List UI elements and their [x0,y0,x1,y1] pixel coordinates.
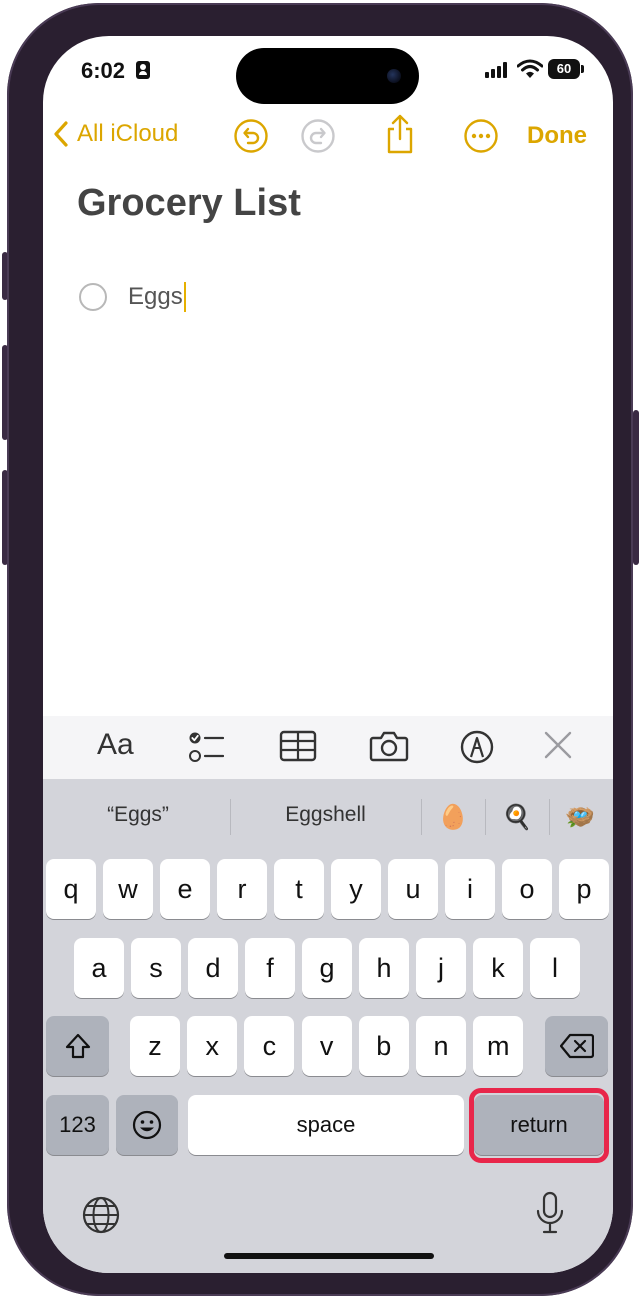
dictation-button[interactable] [535,1191,565,1240]
emoji-icon [132,1110,162,1140]
suggestion-divider [230,799,231,835]
undo-icon [234,119,268,153]
key-v[interactable]: v [301,1016,352,1076]
camera-icon [387,69,401,83]
key-q[interactable]: q [46,859,96,919]
power-button [633,410,639,565]
redo-button[interactable] [300,118,336,159]
key-m[interactable]: m [473,1016,524,1076]
key-c[interactable]: c [244,1016,295,1076]
navigation-bar: All iCloud Done [43,113,613,160]
suggestion-quoted[interactable]: “Eggs” [63,803,213,827]
key-l[interactable]: l [530,938,580,998]
close-toolbar-button[interactable] [543,730,573,760]
text-cursor [183,282,186,312]
key-x[interactable]: x [187,1016,238,1076]
cellular-signal-icon [485,62,511,78]
key-w[interactable]: w [103,859,153,919]
camera-icon [369,731,409,762]
key-b[interactable]: b [358,1016,409,1076]
space-key[interactable]: space [188,1095,464,1155]
format-text-button[interactable]: Aa [97,728,134,762]
key-e[interactable]: e [160,859,210,919]
markup-button[interactable] [460,730,494,764]
key-z[interactable]: z [130,1016,180,1076]
checklist-item[interactable]: Eggs [79,282,186,312]
close-icon [544,731,572,759]
wifi-icon [517,59,543,78]
emoji-key[interactable] [116,1095,178,1155]
key-o[interactable]: o [502,859,552,919]
table-icon [279,730,317,762]
phone-frame: 6:02 60 All iCloud Done Grocery List Egg… [7,3,633,1296]
focus-person-icon [136,61,150,79]
home-indicator [224,1253,434,1259]
backspace-icon [559,1033,594,1059]
done-button[interactable]: Done [527,122,587,150]
suggestion-egg-emoji[interactable]: 🥚 [429,803,477,832]
redo-icon [301,119,335,153]
key-j[interactable]: j [416,938,466,998]
key-u[interactable]: u [388,859,438,919]
key-y[interactable]: y [331,859,381,919]
checklist-button[interactable] [188,730,224,764]
suggestion-divider [421,799,422,835]
more-button[interactable] [463,118,499,159]
dynamic-island [236,48,419,104]
checklist-item-text[interactable]: Eggs [128,283,183,311]
battery-icon: 60 [548,59,584,79]
back-label: All iCloud [77,120,179,147]
share-button[interactable] [383,113,417,160]
key-k[interactable]: k [473,938,523,998]
key-s[interactable]: s [131,938,181,998]
key-r[interactable]: r [217,859,267,919]
globe-icon [82,1196,120,1234]
shift-icon [65,1033,90,1059]
key-p[interactable]: p [559,859,609,919]
suggestion-bar: “Eggs” Eggshell 🥚 🍳 🪺 [43,779,613,855]
suggestion-nest-emoji[interactable]: 🪺 [555,803,605,832]
key-d[interactable]: d [188,938,238,998]
key-a[interactable]: a [74,938,124,998]
back-button[interactable]: All iCloud [53,120,178,148]
more-icon [464,119,498,153]
formatting-toolbar: Aa [43,716,613,779]
key-i[interactable]: i [445,859,495,919]
suggestion-divider [485,799,486,835]
chevron-left-icon [54,121,68,147]
share-icon [387,114,413,154]
globe-button[interactable] [81,1195,121,1240]
undo-button[interactable] [233,118,269,159]
return-key-highlight [469,1088,609,1163]
shift-key[interactable] [46,1016,109,1076]
status-time: 6:02 [81,58,126,83]
table-button[interactable] [279,730,317,762]
camera-button[interactable] [369,730,409,762]
key-t[interactable]: t [274,859,324,919]
checkbox[interactable] [79,283,107,311]
microphone-icon [536,1191,564,1234]
note-title[interactable]: Grocery List [77,182,301,225]
key-h[interactable]: h [359,938,409,998]
key-n[interactable]: n [416,1016,466,1076]
key-f[interactable]: f [245,938,295,998]
delete-key[interactable] [545,1016,608,1076]
key-g[interactable]: g [302,938,352,998]
numbers-key[interactable]: 123 [46,1095,109,1155]
screen: 6:02 60 All iCloud Done Grocery List Egg… [43,36,613,1273]
suggestion-divider [549,799,550,835]
checklist-icon [189,732,224,762]
keyboard: “Eggs” Eggshell 🥚 🍳 🪺 qwertyuiop asdfghj… [43,779,613,1273]
suggestion-frying-pan-emoji[interactable]: 🍳 [493,803,541,832]
suggestion-eggshell[interactable]: Eggshell [243,803,408,827]
pen-markup-icon [460,730,494,764]
